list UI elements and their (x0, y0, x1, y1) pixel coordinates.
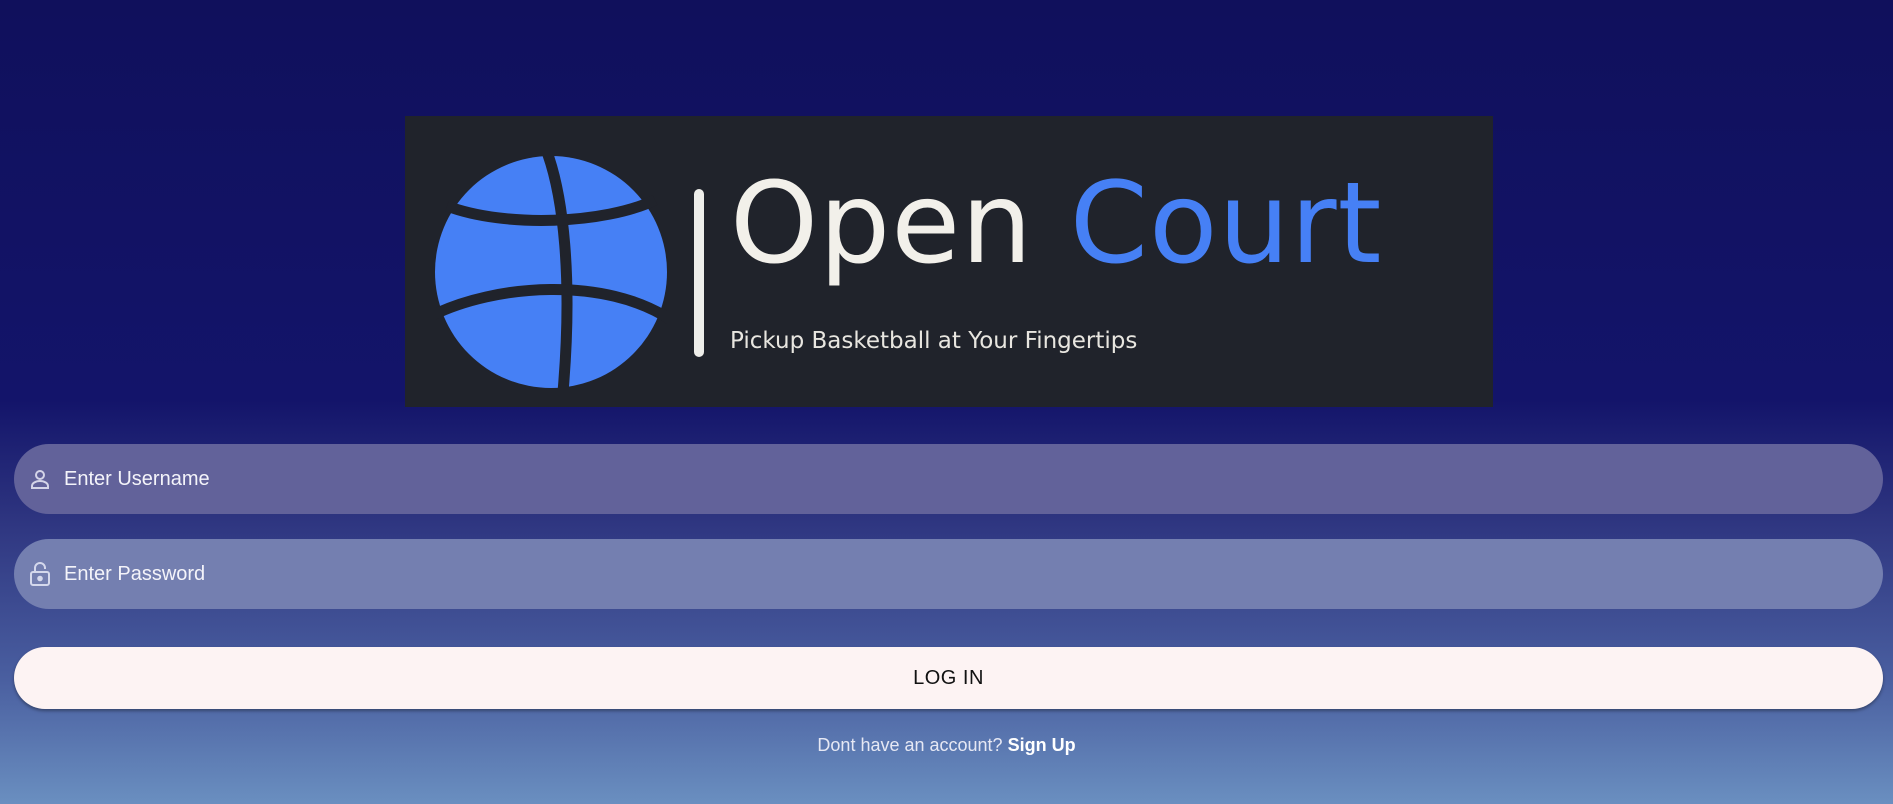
password-field[interactable] (14, 539, 1883, 609)
signup-link[interactable]: Sign Up (1008, 735, 1076, 755)
logo-title-open: Open (730, 159, 1034, 289)
signup-row: Dont have an account? Sign Up (0, 735, 1893, 756)
logo-title-court: Court (1069, 159, 1383, 289)
username-field[interactable] (14, 444, 1883, 514)
logo-title: Open Court (730, 168, 1382, 280)
login-button[interactable]: LOG IN (14, 647, 1883, 709)
password-input[interactable] (64, 539, 1883, 609)
basketball-icon (435, 156, 667, 388)
logo-banner: Open Court Pickup Basketball at Your Fin… (405, 116, 1493, 407)
lock-icon (26, 560, 54, 588)
signup-prompt: Dont have an account? (817, 735, 1003, 755)
username-input[interactable] (64, 444, 1883, 514)
logo-divider (694, 189, 704, 357)
person-icon (26, 465, 54, 493)
logo-tagline: Pickup Basketball at Your Fingertips (730, 328, 1138, 354)
